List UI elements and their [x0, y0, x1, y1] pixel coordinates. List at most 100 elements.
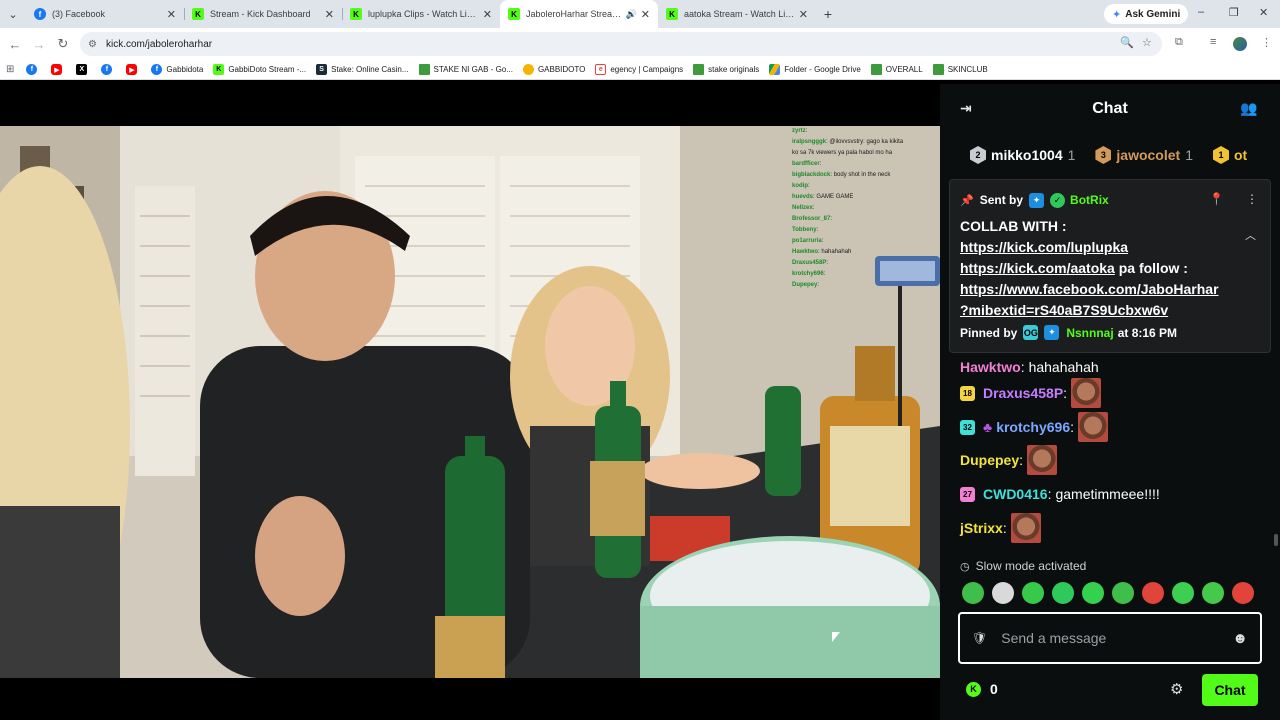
- bookmark-item[interactable]: S Stake: Online Casin...: [316, 64, 409, 75]
- bookmark-item[interactable]: f: [26, 64, 41, 75]
- chat-username[interactable]: krotchy696: [996, 419, 1070, 435]
- chat-username[interactable]: Draxus458P: [983, 385, 1063, 401]
- overlay-chat-text: body shot in the neck: [833, 172, 891, 178]
- tab-audio-icon[interactable]: 🔊: [626, 9, 637, 20]
- leaderboard-entry[interactable]: 1 ot: [1213, 146, 1252, 164]
- stream-video[interactable]: zyrtz: iralpsngggk: @ilovvsvstry: gago k…: [0, 126, 940, 678]
- quick-emote-icon[interactable]: [962, 582, 984, 604]
- chat-username[interactable]: CWD0416: [983, 486, 1048, 502]
- tab-search-icon[interactable]: ⌄: [0, 0, 26, 28]
- chat-message[interactable]: jStrixx:: [960, 513, 1041, 543]
- username-separator: :: [1020, 359, 1025, 375]
- quick-emote-icon[interactable]: [992, 582, 1014, 604]
- bookmark-item[interactable]: f Gabbidota: [151, 64, 203, 75]
- bookmark-item[interactable]: e egency | Campaigns: [595, 64, 683, 75]
- site-info-icon[interactable]: ⚙: [88, 39, 97, 50]
- reload-icon[interactable]: ↻: [51, 36, 75, 52]
- video-player[interactable]: zyrtz: iralpsngggk: @ilovvsvstry: gago k…: [0, 84, 940, 720]
- pin-icon: 📌: [960, 194, 974, 207]
- bookmark-star-icon[interactable]: ☆: [1142, 36, 1152, 49]
- browser-tab[interactable]: f (3) Facebook ✕: [26, 0, 184, 28]
- pinned-by-user[interactable]: Nsnnnaj: [1066, 326, 1113, 340]
- username-separator: :: [1063, 385, 1068, 401]
- bookmark-item[interactable]: SKINCLUB: [932, 64, 988, 75]
- quick-emote-icon[interactable]: [1232, 582, 1254, 604]
- media-control-icon[interactable]: ≡: [1210, 36, 1216, 48]
- pinned-link[interactable]: https://kick.com/luplupka: [960, 239, 1128, 255]
- forward-icon[interactable]: →: [27, 37, 51, 52]
- bookmark-item[interactable]: f: [101, 64, 116, 75]
- folder-icon: [418, 64, 430, 75]
- pinned-link[interactable]: https://www.facebook.com/JaboHarhar: [960, 281, 1219, 297]
- chat-users-icon[interactable]: 👥: [1240, 100, 1257, 117]
- bookmark-item[interactable]: Folder - Google Drive: [769, 64, 861, 75]
- quick-emote-icon[interactable]: [1172, 582, 1194, 604]
- ask-gemini-button[interactable]: ✦ Ask Gemini: [1104, 4, 1189, 24]
- chat-message[interactable]: 27 CWD0416: gametimmeee!!!!: [960, 479, 1160, 509]
- close-tab-icon[interactable]: ✕: [325, 8, 334, 21]
- address-bar[interactable]: ⚙ kick.com/jaboleroharhar: [80, 32, 1162, 56]
- bookmark-item[interactable]: GABBIDOTO: [522, 64, 586, 75]
- pinned-link[interactable]: https://kick.com/aatoka: [960, 260, 1115, 276]
- chat-settings-icon[interactable]: ⚙: [1170, 680, 1183, 698]
- chat-username[interactable]: Hawktwo: [960, 359, 1021, 375]
- bookmark-label: GABBIDOTO: [537, 65, 586, 74]
- emoji-picker-icon[interactable]: ☻: [1232, 630, 1248, 647]
- collapse-chat-icon[interactable]: ⇥: [960, 100, 972, 117]
- overlay-separator: :: [823, 271, 826, 277]
- browser-tab[interactable]: K JaboleroHarhar Stream - Watch Live on K…: [500, 0, 658, 28]
- profile-avatar[interactable]: [1233, 37, 1247, 51]
- bookmark-item[interactable]: ▶: [126, 64, 141, 75]
- quick-emote-icon[interactable]: [1082, 582, 1104, 604]
- leaderboard-entry[interactable]: 3 jawocolet 1: [1095, 146, 1193, 164]
- close-tab-icon[interactable]: ✕: [641, 8, 650, 21]
- message-input-box[interactable]: 🛡 ☻: [958, 612, 1262, 664]
- quick-emote-icon[interactable]: [1142, 582, 1164, 604]
- pinned-link[interactable]: ?mibextid=rS40aB7S9Ucbxw6v: [960, 302, 1168, 318]
- close-window-icon[interactable]: ✕: [1259, 6, 1268, 19]
- collapse-pinned-icon[interactable]: ︿: [1245, 227, 1256, 243]
- apps-icon[interactable]: ⊞: [6, 64, 14, 75]
- bookmark-item[interactable]: stake originals: [693, 64, 759, 75]
- extensions-icon[interactable]: ⧉: [1175, 36, 1183, 49]
- quick-emote-icon[interactable]: [1052, 582, 1074, 604]
- browser-menu-icon[interactable]: ⋮: [1261, 36, 1272, 49]
- bookmark-item[interactable]: X: [76, 64, 91, 75]
- chat-message[interactable]: 32 ♣ krotchy696:: [960, 412, 1109, 442]
- bookmark-item[interactable]: OVERALL: [870, 64, 923, 75]
- quick-emote-icon[interactable]: [1112, 582, 1134, 604]
- bookmark-item[interactable]: STAKE NI GAB - Go...: [418, 64, 513, 75]
- bookmark-item[interactable]: K GabbiDoto Stream -...: [213, 64, 306, 75]
- close-tab-icon[interactable]: ✕: [167, 8, 176, 21]
- browser-tab[interactable]: K Stream - Kick Dashboard ✕: [184, 0, 342, 28]
- more-options-icon[interactable]: ⋮: [1246, 192, 1258, 206]
- restore-icon[interactable]: ❐: [1229, 6, 1239, 19]
- message-input[interactable]: [1001, 630, 1233, 646]
- zoom-icon[interactable]: 🔍: [1120, 36, 1134, 49]
- leaderboard-name: mikko1004: [991, 147, 1063, 163]
- overlay-chat-user: iralpsngggk: [792, 139, 827, 145]
- chat-username[interactable]: Dupepey: [960, 452, 1019, 468]
- leaderboard-entry[interactable]: 2 mikko1004 1: [970, 146, 1075, 164]
- browser-tab[interactable]: Kaatoka Stream - Watch Live on Kick ✕: [658, 0, 816, 28]
- chat-message[interactable]: 18 Draxus458P:: [960, 378, 1102, 408]
- new-tab-button[interactable]: +: [816, 0, 840, 28]
- send-chat-button[interactable]: Chat: [1202, 674, 1258, 706]
- unpin-icon[interactable]: 📍: [1209, 192, 1224, 206]
- minimize-icon[interactable]: –: [1198, 6, 1204, 18]
- back-icon[interactable]: ←: [3, 37, 27, 52]
- quick-emote-icon[interactable]: [1022, 582, 1044, 604]
- browser-tab[interactable]: Kluplupka Clips - Watch Live on Kick ✕: [342, 0, 500, 28]
- quick-emote-icon[interactable]: [1202, 582, 1224, 604]
- tab-title: Stream - Kick Dashboard: [210, 9, 311, 19]
- overlay-chat-user: Nellzex: [792, 205, 813, 211]
- chat-message[interactable]: Dupepey:: [960, 445, 1058, 475]
- close-tab-icon[interactable]: ✕: [483, 8, 492, 21]
- chat-scrollbar[interactable]: [1274, 534, 1278, 546]
- chat-header: ⇥ Chat 👥: [940, 84, 1280, 134]
- bookmark-item[interactable]: ▶: [51, 64, 66, 75]
- close-tab-icon[interactable]: ✕: [799, 8, 808, 21]
- pinned-sender[interactable]: BotRix: [1070, 193, 1109, 207]
- chat-username[interactable]: jStrixx: [960, 520, 1003, 536]
- slow-mode-icon: ◷: [960, 560, 970, 573]
